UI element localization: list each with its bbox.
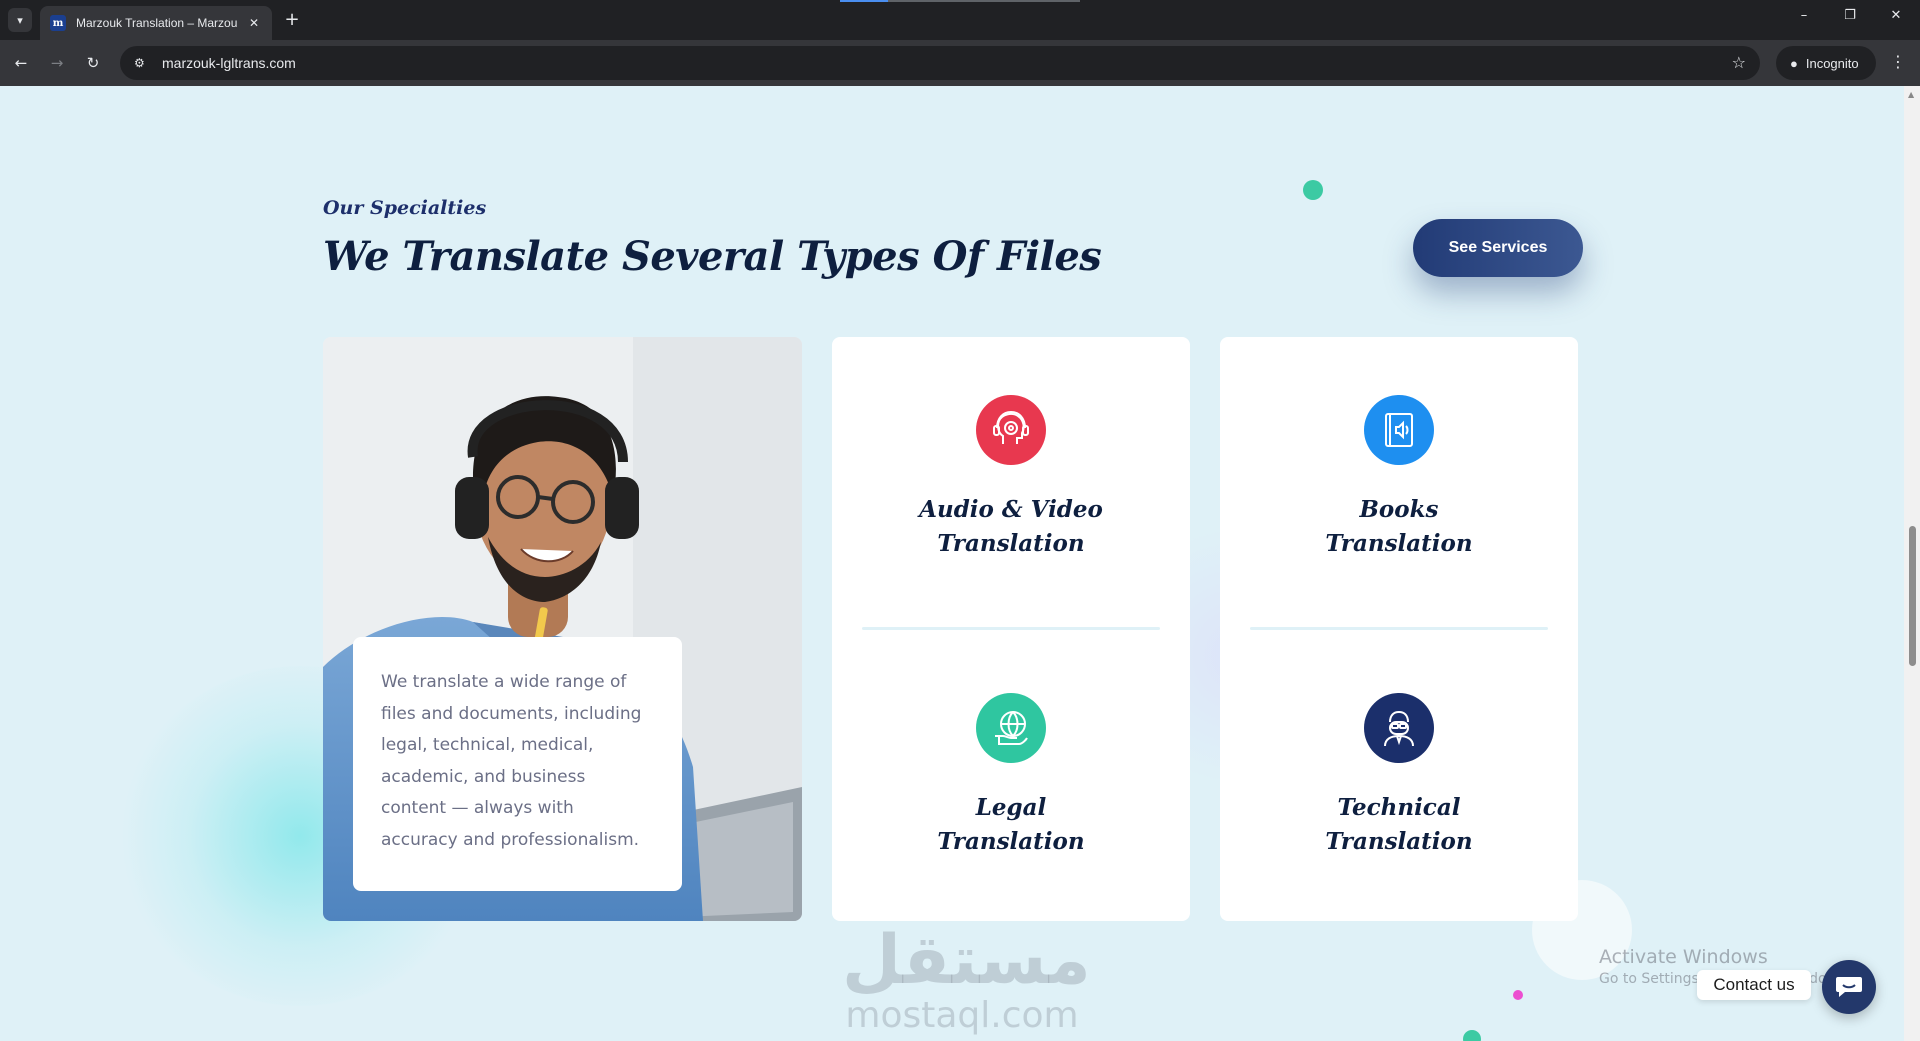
incognito-icon: ● [1790,55,1798,71]
site-favicon-icon: m [50,15,66,31]
minimize-button[interactable]: – [1792,8,1816,23]
globe-hand-icon [995,711,1028,745]
card-divider [1250,627,1548,630]
service-title: Technical Translation [1325,794,1473,855]
section-heading: We Translate Several Types Of Files [323,233,1102,280]
decorative-dot [1463,1030,1481,1041]
reload-icon: ↻ [86,54,100,72]
page-scrollbar[interactable]: ▲ [1904,86,1920,1041]
browser-toolbar: ← → ↻ ⚙ marzouk-lgltrans.com ☆ ● Incogni… [0,40,1920,86]
decorative-dot [1303,180,1323,200]
mostaql-watermark: مستقل mostaql.com [842,921,1091,1036]
new-tab-button[interactable]: + [282,9,302,30]
service-card: Audio & Video Translation Legal Translat… [832,337,1190,921]
browser-tab-bar: ▾ m Marzouk Translation – Marzouk ✕ + – … [0,0,1920,40]
globe-hand-icon [976,693,1046,763]
back-button[interactable]: ← [10,52,32,74]
arrow-left-icon: ← [14,54,28,72]
description-card: We translate a wide range of files and d… [353,637,682,891]
close-icon[interactable]: ✕ [246,16,262,30]
incognito-label: Incognito [1805,55,1859,71]
service-card: Books Translation Technical Translation [1220,337,1578,921]
page-load-indicator [840,0,1080,2]
audiobook-icon [1385,413,1413,447]
section-eyebrow: Our Specialties [323,197,487,219]
chevron-down-icon: ▾ [17,13,23,27]
restore-button[interactable]: ❐ [1838,8,1862,23]
page-viewport: Our Specialties We Translate Several Typ… [0,86,1904,1041]
forward-button[interactable]: → [46,52,68,74]
audiobook-icon [1364,395,1434,465]
service-technical[interactable]: Technical Translation [1220,693,1578,859]
incognito-indicator[interactable]: ● Incognito [1776,46,1876,80]
arrow-right-icon: → [50,54,64,72]
star-icon[interactable]: ☆ [1732,53,1746,72]
tab-title: Marzouk Translation – Marzouk [76,16,238,30]
kebab-icon[interactable]: ⋮ [1888,52,1908,71]
url-text[interactable]: marzouk-lgltrans.com [162,55,296,71]
service-title: Legal Translation [937,794,1085,855]
service-legal[interactable]: Legal Translation [832,693,1190,859]
tune-icon[interactable]: ⚙ [134,56,152,70]
tab-search-button[interactable]: ▾ [8,8,32,32]
reload-button[interactable]: ↻ [82,52,104,74]
card-divider [862,627,1160,630]
engineer-icon [1364,693,1434,763]
engineer-icon [1384,710,1414,747]
chat-icon [1836,977,1862,997]
service-books[interactable]: Books Translation [1220,395,1578,561]
headset-head-icon [976,395,1046,465]
description-text: We translate a wide range of files and d… [381,672,642,850]
scroll-up-icon[interactable]: ▲ [1908,90,1914,99]
scroll-thumb[interactable] [1909,526,1916,666]
decorative-dot [1513,990,1523,1000]
service-audio-video[interactable]: Audio & Video Translation [832,395,1190,561]
service-title: Audio & Video Translation [919,496,1103,557]
see-services-button[interactable]: See Services [1413,219,1583,277]
plus-icon: + [284,9,300,30]
headset-head-icon [993,410,1029,444]
address-bar[interactable]: ⚙ marzouk-lgltrans.com ☆ [120,46,1760,80]
service-title: Books Translation [1325,496,1473,557]
contact-chat-button[interactable] [1822,960,1876,1014]
browser-tab[interactable]: m Marzouk Translation – Marzouk ✕ [40,6,272,40]
contact-us-label[interactable]: Contact us [1697,970,1811,1000]
window-close-button[interactable]: ✕ [1884,8,1908,23]
